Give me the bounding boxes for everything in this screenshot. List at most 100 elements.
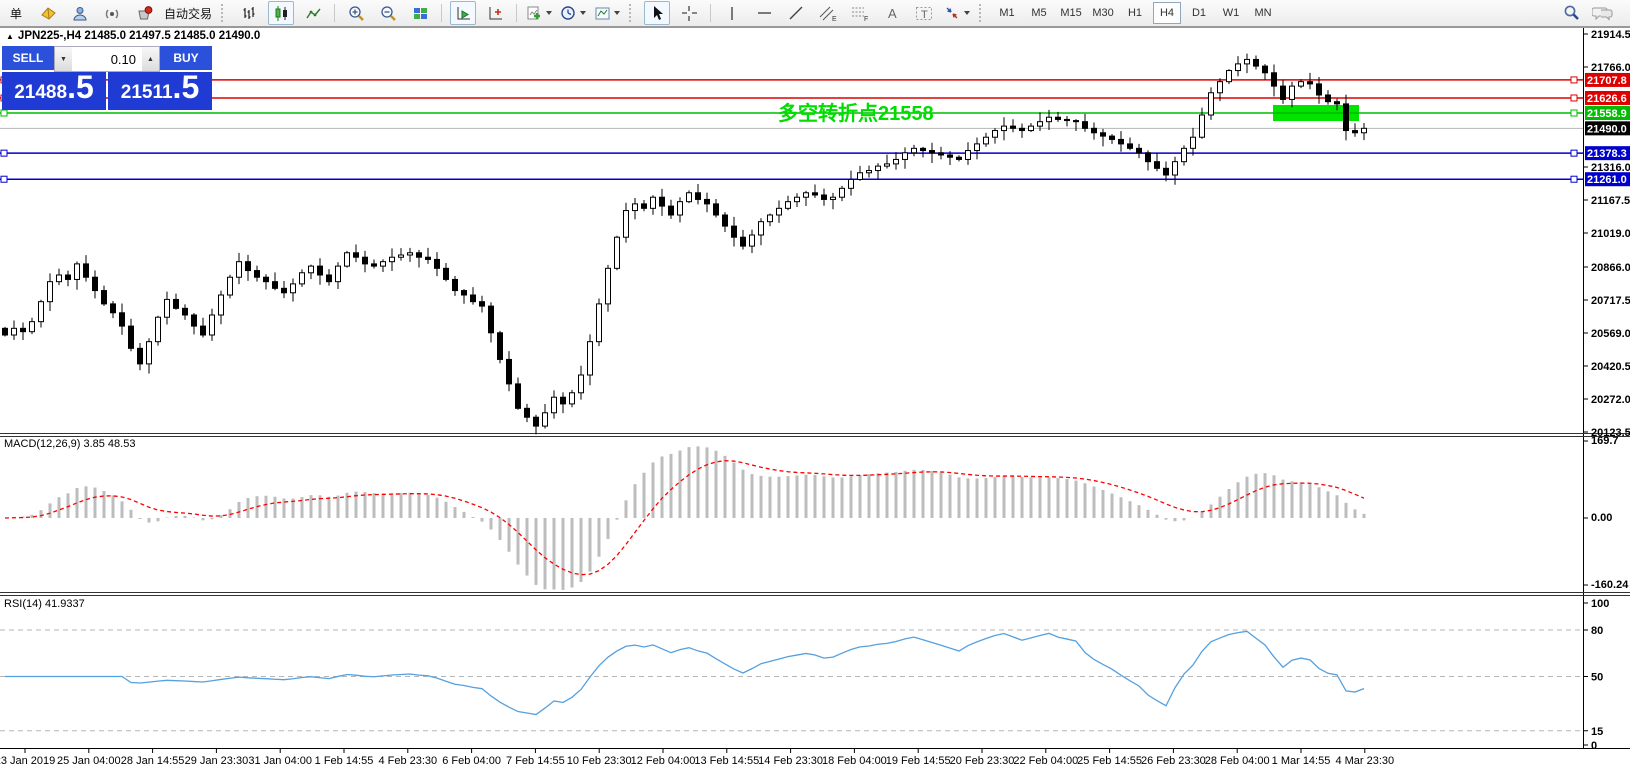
line-chart-icon[interactable] <box>300 1 326 25</box>
price-tick-label: 21766.0 <box>1591 62 1630 74</box>
rsi-label: RSI(14) 41.9337 <box>4 598 85 610</box>
sell-button[interactable]: SELL <box>2 46 54 72</box>
horizontal-line-icon[interactable] <box>751 1 777 25</box>
candlestick <box>353 252 359 258</box>
auto-scroll-icon[interactable] <box>450 1 477 25</box>
price-tick-label: 21914.5 <box>1591 29 1630 41</box>
candlestick <box>317 265 323 276</box>
candlestick <box>137 347 143 365</box>
candlestick <box>1046 116 1052 123</box>
level-handle[interactable] <box>1570 175 1578 183</box>
time-axis-label: 1 Mar 14:55 <box>1272 755 1331 767</box>
profile-icon[interactable] <box>67 1 93 25</box>
panel-collapse-icon[interactable]: ▲ <box>6 32 14 41</box>
tile-windows-icon[interactable] <box>407 1 433 25</box>
tf-d1[interactable]: D1 <box>1185 2 1213 24</box>
auto-trading-icon[interactable] <box>131 1 157 25</box>
zoom-out-icon[interactable] <box>375 1 401 25</box>
dropdown-caret[interactable] <box>580 11 587 15</box>
candlestick <box>1226 70 1232 83</box>
equidistant-channel-icon[interactable]: E <box>815 1 841 25</box>
candlestick <box>695 192 701 200</box>
vertical-line-icon[interactable] <box>719 1 745 25</box>
candlestick <box>1118 138 1124 145</box>
new-order-icon[interactable] <box>35 1 61 25</box>
dropdown-caret[interactable] <box>964 11 971 15</box>
zoom-in-icon[interactable] <box>343 1 369 25</box>
svg-text:E: E <box>832 16 837 22</box>
toolbar-grip[interactable] <box>979 4 986 22</box>
candlestick <box>110 303 116 314</box>
level-handle[interactable] <box>1570 149 1578 157</box>
candlestick <box>479 301 485 307</box>
crosshair-icon[interactable] <box>676 1 702 25</box>
candlestick <box>1343 103 1349 132</box>
buy-price-display[interactable]: 21511 .5 <box>108 71 212 110</box>
text-label-icon[interactable]: T <box>911 1 937 25</box>
chart-title-text: JPN225-,H4 21485.0 21497.5 21485.0 21490… <box>17 30 261 42</box>
time-axis-label: 14 Feb 23:30 <box>758 755 823 767</box>
level-handle[interactable] <box>0 149 8 157</box>
tf-w1[interactable]: W1 <box>1217 2 1245 24</box>
tf-m15[interactable]: M15 <box>1057 2 1085 24</box>
candlestick <box>128 325 134 349</box>
tf-m5[interactable]: M5 <box>1025 2 1053 24</box>
candlestick <box>263 276 269 283</box>
candlestick <box>1298 81 1304 87</box>
volume-increase-button[interactable]: ▲ <box>142 47 159 71</box>
signal-icon[interactable] <box>99 1 125 25</box>
indicators-button[interactable] <box>525 1 553 25</box>
candlestick <box>794 196 800 203</box>
chart-canvas: 多空转折点21558 21914.5 21766.0 21316.0 21167.5 21… <box>0 27 1630 767</box>
dropdown-caret[interactable] <box>546 11 553 15</box>
auto-trading-label[interactable]: 自动交易 <box>163 1 213 25</box>
candlestick-icon[interactable] <box>268 1 295 25</box>
candlestick <box>281 287 287 294</box>
time-axis-label: 18 Feb 04:00 <box>822 755 887 767</box>
candlestick <box>434 258 440 269</box>
search-icon[interactable] <box>1558 1 1584 25</box>
arrows-icon[interactable] <box>943 1 971 25</box>
candlestick <box>1019 127 1025 132</box>
level-handle[interactable] <box>1570 94 1578 102</box>
candlestick <box>452 278 458 292</box>
candlestick <box>866 170 872 174</box>
candlestick <box>506 358 512 385</box>
new-order-cut-label[interactable]: 单 <box>3 1 29 25</box>
tf-mn[interactable]: MN <box>1249 2 1277 24</box>
candlestick <box>587 341 593 376</box>
dropdown-caret[interactable] <box>614 11 621 15</box>
candlestick <box>461 290 467 296</box>
level-handle[interactable] <box>0 109 8 117</box>
level-handle[interactable] <box>1570 76 1578 84</box>
bar-chart-icon[interactable] <box>236 1 262 25</box>
candlestick <box>200 325 206 336</box>
chart-window-title: ▲ JPN225-,H4 21485.0 21497.5 21485.0 2149… <box>6 30 260 42</box>
sell-price-display[interactable]: 21488 .5 <box>2 71 106 110</box>
tf-m30[interactable]: M30 <box>1089 2 1117 24</box>
toolbar-grip[interactable] <box>221 4 228 22</box>
chat-icon[interactable] <box>1590 1 1616 25</box>
turning-point-annotation[interactable]: 多空转折点21558 <box>778 101 934 125</box>
tf-h4[interactable]: H4 <box>1153 2 1182 24</box>
candlestick <box>767 214 773 223</box>
level-handle[interactable] <box>1570 109 1578 117</box>
candlestick <box>1307 81 1313 85</box>
tf-h1[interactable]: H1 <box>1121 2 1149 24</box>
periods-button[interactable] <box>559 1 587 25</box>
volume-decrease-button[interactable]: ▼ <box>55 47 72 71</box>
text-icon[interactable]: A <box>879 1 905 25</box>
candlestick <box>992 130 998 138</box>
chart-shift-icon[interactable] <box>482 1 508 25</box>
candlestick <box>1199 114 1205 138</box>
level-handle[interactable] <box>0 175 8 183</box>
cursor-icon[interactable] <box>644 1 671 25</box>
macd-label: MACD(12,26,9) 3.85 48.53 <box>4 438 136 450</box>
trendline-icon[interactable] <box>783 1 809 25</box>
fibonacci-icon[interactable]: F <box>847 1 873 25</box>
candlestick <box>1073 120 1079 123</box>
tf-m1[interactable]: M1 <box>993 2 1021 24</box>
templates-button[interactable] <box>593 1 621 25</box>
toolbar-grip[interactable] <box>629 4 636 22</box>
volume-input[interactable]: 0.10 <box>72 47 142 71</box>
